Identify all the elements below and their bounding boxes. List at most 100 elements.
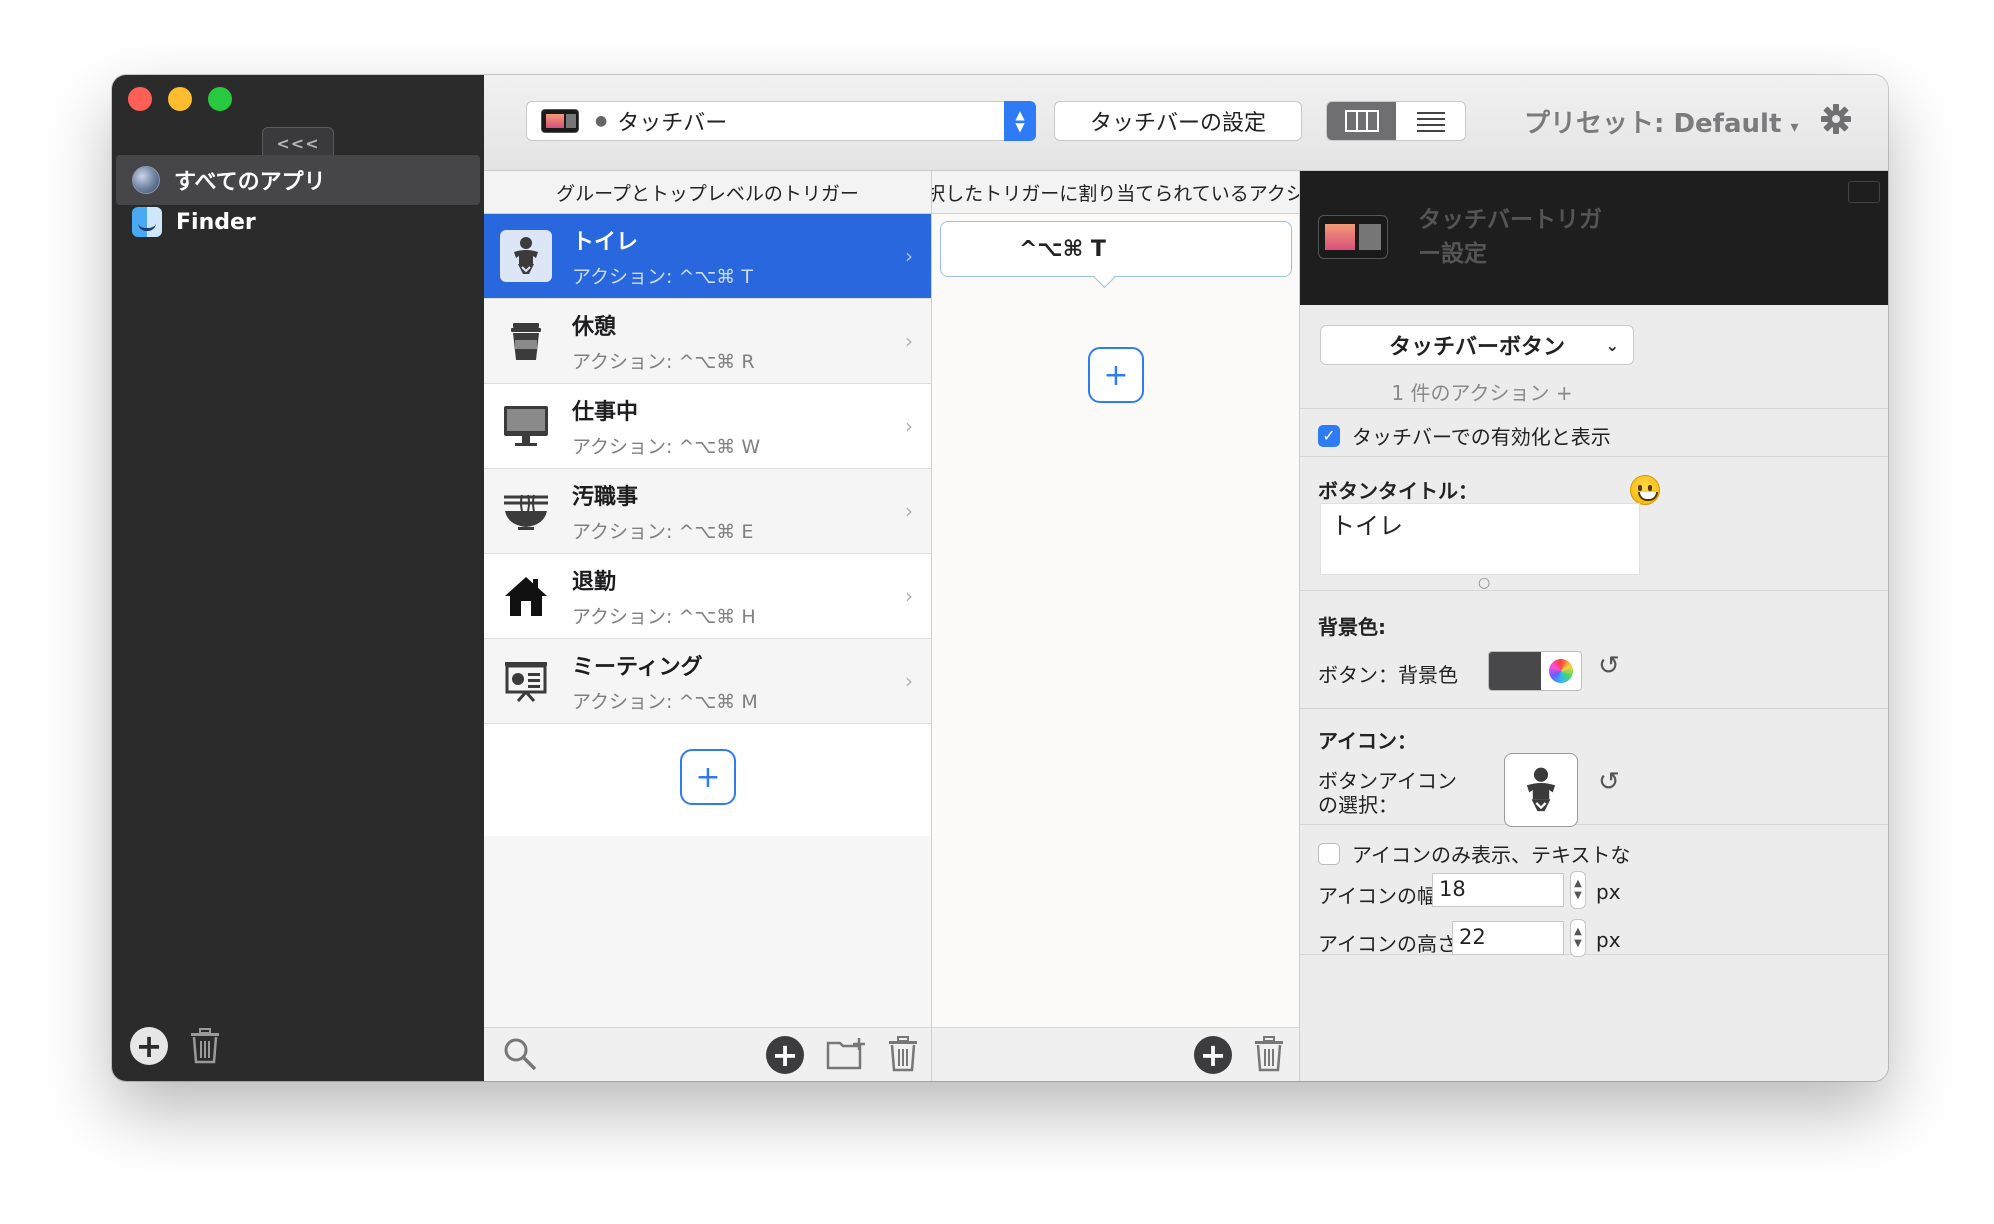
detach-panel-button[interactable] xyxy=(1848,181,1880,203)
chevron-right-icon: › xyxy=(905,414,913,438)
baby-icon xyxy=(514,237,538,274)
monitor-icon xyxy=(504,406,548,446)
enable-touchbar-checkbox[interactable]: ✓ タッチバーでの有効化と表示 xyxy=(1318,421,1611,450)
icon-height-stepper[interactable]: ▲ ▼ xyxy=(1570,919,1586,957)
color-wheel-icon xyxy=(1549,659,1573,683)
action-shortcut: ^⌥⌘ T xyxy=(1019,236,1106,262)
trigger-row[interactable]: トイレ アクション: ^⌥⌘ T › xyxy=(484,214,931,299)
sidebar: <<< すべてのアプリ Finder + xyxy=(112,75,484,1081)
chevron-right-icon: › xyxy=(905,244,913,268)
add-action-footer-button[interactable]: + xyxy=(1194,1036,1232,1074)
unit-label: px xyxy=(1596,880,1621,904)
delete-action-button[interactable] xyxy=(1254,1036,1284,1076)
trigger-list-header: グループとトップレベルのトリガー xyxy=(484,171,931,214)
sidebar-item-label: Finder xyxy=(176,209,256,235)
zoom-window-button[interactable] xyxy=(208,87,232,111)
trigger-row[interactable]: 仕事中 アクション: ^⌥⌘ W › xyxy=(484,384,931,469)
icon-height-input[interactable]: 22 xyxy=(1452,921,1564,955)
preset-selector[interactable]: プリセット: Default ▾ xyxy=(1524,103,1798,140)
columns-icon xyxy=(1344,110,1379,132)
toolbar: ● タッチバー ▲ ▼ タッチバーの設定 プリセット: Default ▾ xyxy=(484,75,1888,171)
icon-height-label: アイコンの高さ xyxy=(1318,932,1457,956)
search-icon xyxy=(504,1038,537,1071)
trigger-action: アクション: ^⌥⌘ T xyxy=(572,265,753,288)
sidebar-item-finder[interactable]: Finder xyxy=(116,197,480,247)
chevron-right-icon: › xyxy=(905,499,913,523)
app-window: <<< すべてのアプリ Finder + ● タッチバー ▲ ▼ タッチバーの設… xyxy=(112,75,1888,1081)
list-view-button[interactable] xyxy=(1396,102,1465,140)
trigger-name: トイレ xyxy=(572,229,639,255)
trigger-list-footer: + xyxy=(484,1027,931,1081)
actions-pane: 選択したトリガーに割り当てられているアクシ… ^⌥⌘ T + + xyxy=(932,171,1300,1081)
presentation-icon xyxy=(505,662,547,702)
delete-app-button[interactable] xyxy=(190,1028,220,1064)
delete-trigger-button[interactable] xyxy=(888,1036,918,1076)
icon-only-checkbox[interactable]: アイコンのみ表示、テキストな xyxy=(1318,839,1630,868)
trash-icon xyxy=(1255,1036,1283,1072)
action-item[interactable]: ^⌥⌘ T xyxy=(940,221,1292,277)
select-stepper[interactable]: ▲ ▼ xyxy=(1004,101,1036,141)
icon-width-stepper[interactable]: ▲ ▼ xyxy=(1570,871,1586,909)
globe-icon xyxy=(132,166,160,194)
icon-select-label: の選択： xyxy=(1318,793,1398,817)
reset-color-button[interactable]: ↺ xyxy=(1598,651,1620,681)
search-button[interactable] xyxy=(502,1036,538,1076)
list-icon xyxy=(1416,112,1445,132)
trigger-row[interactable]: ミーティング アクション: ^⌥⌘ M › xyxy=(484,639,931,724)
home-icon xyxy=(505,577,547,616)
touchbar-icon xyxy=(541,109,579,133)
add-app-button[interactable]: + xyxy=(130,1027,168,1065)
background-color-label: ボタン：背景色 xyxy=(1318,663,1458,687)
button-title-input[interactable]: トイレ xyxy=(1320,503,1640,575)
settings-button[interactable] xyxy=(1820,103,1852,139)
column-view-button[interactable] xyxy=(1327,102,1396,140)
finder-icon xyxy=(132,207,162,237)
close-window-button[interactable] xyxy=(128,87,152,111)
touchbar-icon xyxy=(1318,215,1388,259)
background-color-well[interactable] xyxy=(1488,651,1582,691)
reset-icon-button[interactable]: ↺ xyxy=(1598,767,1620,797)
baby-icon xyxy=(1526,767,1556,812)
inspector-header: タッチバートリガー設定 xyxy=(1300,171,1888,305)
add-trigger-footer-button[interactable]: + xyxy=(766,1036,804,1074)
icon-section-label: アイコン： xyxy=(1318,729,1417,753)
trash-icon xyxy=(889,1036,917,1072)
checkmark-icon: ✓ xyxy=(1318,424,1340,447)
icon-picker-well[interactable] xyxy=(1504,753,1578,827)
noodle-bowl-icon xyxy=(504,494,548,530)
sidebar-footer: + xyxy=(130,1027,220,1065)
add-action-button[interactable]: + xyxy=(1088,347,1144,403)
trigger-row[interactable]: 汚職事 アクション: ^⌥⌘ E › xyxy=(484,469,931,554)
chevron-right-icon: › xyxy=(905,669,913,693)
coffee-cup-icon xyxy=(511,323,541,360)
view-mode-control xyxy=(1326,101,1466,141)
inspector-panel: タッチバートリガー設定 タッチバーボタン ⌄ 1 件のアクション + ✓ タッチ… xyxy=(1300,171,1888,1081)
unit-label: px xyxy=(1596,928,1621,952)
button-title-label: ボタンタイトル： xyxy=(1318,479,1478,503)
icon-width-input[interactable]: 18 xyxy=(1432,873,1564,907)
trigger-type-select[interactable]: ● タッチバー ▲ ▼ xyxy=(526,101,1036,141)
emoji-picker-button[interactable] xyxy=(1630,475,1660,505)
trigger-list-pane: グループとトップレベルのトリガー トイレ アクション: ^⌥⌘ T › 休憩 ア… xyxy=(484,171,932,1081)
add-folder-button[interactable] xyxy=(826,1036,866,1074)
chevron-down-icon: ⌄ xyxy=(1605,335,1619,355)
action-count-link[interactable]: 1 件のアクション + xyxy=(1300,377,1664,406)
trigger-action: アクション: ^⌥⌘ M xyxy=(572,690,758,713)
sidebar-item-label: すべてのアプリ xyxy=(174,170,326,195)
trigger-name: 休憩 xyxy=(572,314,617,340)
resize-handle[interactable]: ○ xyxy=(1478,575,1490,591)
trigger-row[interactable]: 休憩 アクション: ^⌥⌘ R › xyxy=(484,299,931,384)
touchbar-settings-button[interactable]: タッチバーの設定 xyxy=(1054,101,1302,141)
trash-icon xyxy=(191,1028,219,1064)
trigger-row[interactable]: 退勤 アクション: ^⌥⌘ H › xyxy=(484,554,931,639)
window-controls xyxy=(128,87,232,111)
folder-plus-icon xyxy=(826,1038,865,1070)
inspector-title: タッチバートリガー設定 xyxy=(1418,207,1602,267)
add-trigger-button[interactable]: + xyxy=(680,749,736,805)
trigger-name: 退勤 xyxy=(572,569,617,595)
trigger-kind-dropdown[interactable]: タッチバーボタン ⌄ xyxy=(1320,325,1634,365)
minimize-window-button[interactable] xyxy=(168,87,192,111)
gear-icon xyxy=(1821,104,1851,134)
color-swatch xyxy=(1489,652,1541,690)
chevron-right-icon: › xyxy=(905,584,913,608)
